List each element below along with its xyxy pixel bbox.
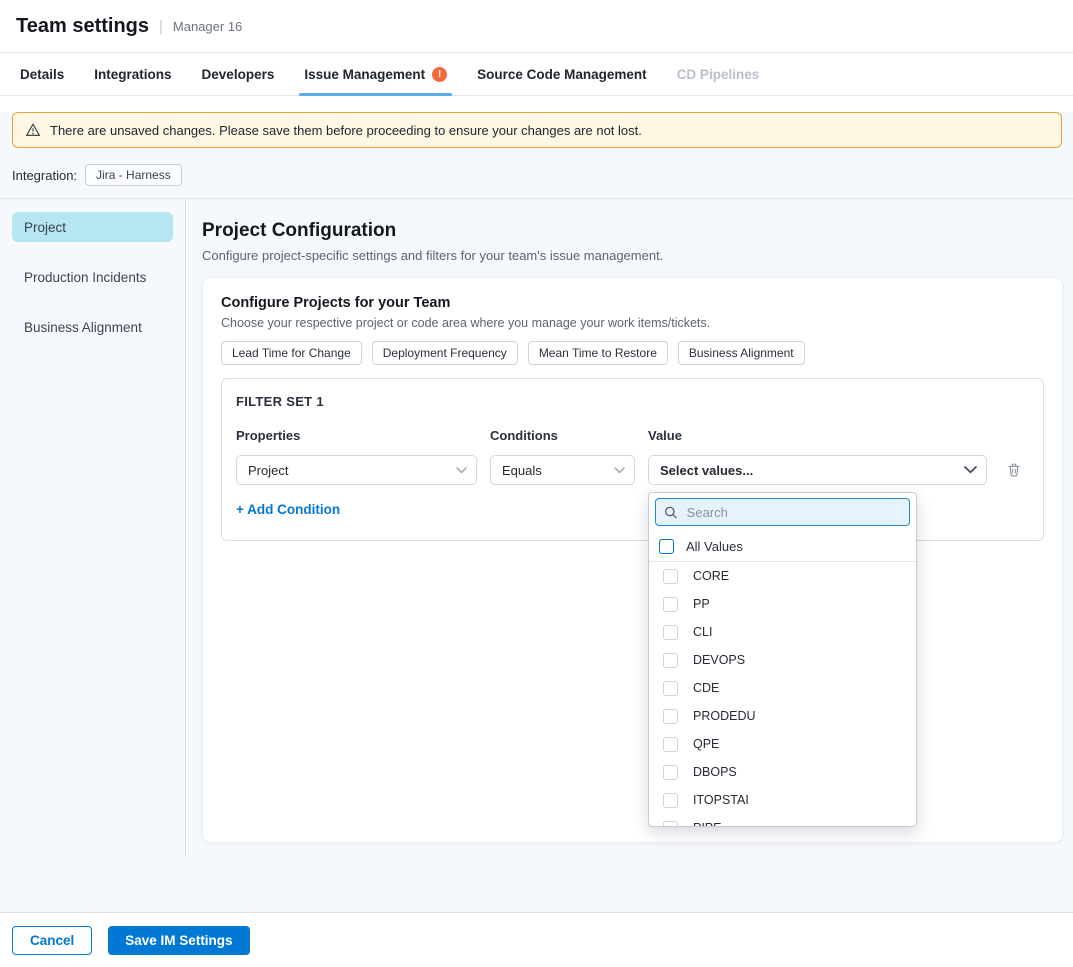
chip-business-alignment[interactable]: Business Alignment (678, 341, 805, 365)
option-devops[interactable]: DEVOPS (649, 646, 916, 674)
tab-issue-management[interactable]: Issue Management ! (304, 53, 447, 95)
option-pipe[interactable]: PIPE (649, 814, 916, 827)
tab-details[interactable]: Details (20, 53, 64, 95)
tab-developers[interactable]: Developers (202, 53, 275, 95)
conditions-column-label: Conditions (490, 428, 635, 443)
option-prodedu[interactable]: PRODEDU (649, 702, 916, 730)
page-header: Team settings | Manager 16 (0, 0, 1073, 53)
content-area: There are unsaved changes. Please save t… (0, 112, 1073, 912)
chip-lead-time-for-change[interactable]: Lead Time for Change (221, 341, 362, 365)
option-checkbox[interactable] (663, 625, 678, 640)
value-select-wrapper: Select values... (648, 455, 987, 485)
chevron-down-icon (456, 467, 467, 474)
card-subtitle: Choose your respective project or code a… (221, 316, 1044, 330)
chevron-down-icon (614, 467, 625, 474)
integration-chip[interactable]: Jira - Harness (85, 164, 182, 186)
configure-projects-card: Configure Projects for your Team Choose … (202, 277, 1063, 843)
filter-set-title: FILTER SET 1 (236, 394, 1029, 409)
dropdown-options-list[interactable]: CORE PP CLI (649, 562, 916, 827)
option-dbops[interactable]: DBOPS (649, 758, 916, 786)
save-im-settings-button[interactable]: Save IM Settings (108, 926, 249, 955)
tab-integrations[interactable]: Integrations (94, 53, 171, 95)
card-title: Configure Projects for your Team (221, 295, 1044, 311)
chip-mean-time-to-restore[interactable]: Mean Time to Restore (528, 341, 668, 365)
warning-triangle-icon (25, 122, 41, 138)
sidebar-item-production-incidents[interactable]: Production Incidents (12, 262, 173, 292)
option-checkbox[interactable] (663, 709, 678, 724)
title-separator: | (159, 18, 163, 35)
tab-source-code-management[interactable]: Source Code Management (477, 53, 647, 95)
condition-select[interactable]: Equals (490, 455, 635, 485)
property-select[interactable]: Project (236, 455, 477, 485)
main-panel: Project Configuration Configure project-… (186, 199, 1073, 856)
value-multiselect[interactable]: Select values... (648, 455, 987, 485)
cancel-button[interactable]: Cancel (12, 926, 92, 955)
sidebar-item-business-alignment[interactable]: Business Alignment (12, 312, 173, 342)
integration-label: Integration: (12, 168, 77, 183)
option-checkbox[interactable] (663, 821, 678, 828)
settings-tabbar: Details Integrations Developers Issue Ma… (0, 53, 1073, 96)
filter-condition-row: Project Equals (236, 455, 1029, 485)
filter-column-headers: Properties Conditions Value (236, 428, 1029, 443)
option-cli[interactable]: CLI (649, 618, 916, 646)
settings-body: Project Production Incidents Business Al… (0, 199, 1073, 856)
value-dropdown-panel: All Values CORE PP (648, 492, 917, 827)
option-checkbox[interactable] (663, 765, 678, 780)
footer-action-bar: Cancel Save IM Settings (0, 912, 1073, 967)
trash-icon (1006, 462, 1022, 478)
sidebar-item-project[interactable]: Project (12, 212, 173, 242)
option-checkbox[interactable] (663, 569, 678, 584)
search-icon (664, 505, 678, 520)
value-column-label: Value (648, 428, 987, 443)
metric-chips-row: Lead Time for Change Deployment Frequenc… (221, 341, 1044, 365)
option-core[interactable]: CORE (649, 562, 916, 590)
option-checkbox[interactable] (663, 681, 678, 696)
filter-set-card: FILTER SET 1 Properties Conditions Value… (221, 378, 1044, 541)
team-name-label: Manager 16 (173, 19, 242, 34)
option-checkbox[interactable] (663, 737, 678, 752)
option-itopstai[interactable]: ITOPSTAI (649, 786, 916, 814)
section-title: Project Configuration (202, 220, 1063, 242)
delete-condition-button[interactable] (1000, 456, 1028, 484)
option-qpe[interactable]: QPE (649, 730, 916, 758)
chevron-down-icon (964, 466, 977, 474)
dropdown-search-input[interactable] (685, 504, 901, 521)
properties-column-label: Properties (236, 428, 477, 443)
dropdown-search-box (655, 498, 910, 526)
config-sidebar: Project Production Incidents Business Al… (0, 199, 186, 856)
option-pp[interactable]: PP (649, 590, 916, 618)
tab-cd-pipelines: CD Pipelines (677, 53, 760, 95)
section-subtitle: Configure project-specific settings and … (202, 248, 1063, 263)
warning-badge-icon: ! (432, 67, 447, 82)
option-cde[interactable]: CDE (649, 674, 916, 702)
select-all-values-option[interactable]: All Values (649, 532, 916, 562)
unsaved-changes-banner: There are unsaved changes. Please save t… (12, 112, 1062, 148)
integration-row: Integration: Jira - Harness (12, 164, 1073, 186)
option-checkbox[interactable] (663, 597, 678, 612)
option-checkbox[interactable] (663, 793, 678, 808)
all-values-checkbox[interactable] (659, 539, 674, 554)
chip-deployment-frequency[interactable]: Deployment Frequency (372, 341, 518, 365)
add-condition-button[interactable]: + Add Condition (236, 502, 340, 517)
option-checkbox[interactable] (663, 653, 678, 668)
page-title: Team settings (16, 15, 149, 38)
banner-text: There are unsaved changes. Please save t… (50, 123, 642, 138)
